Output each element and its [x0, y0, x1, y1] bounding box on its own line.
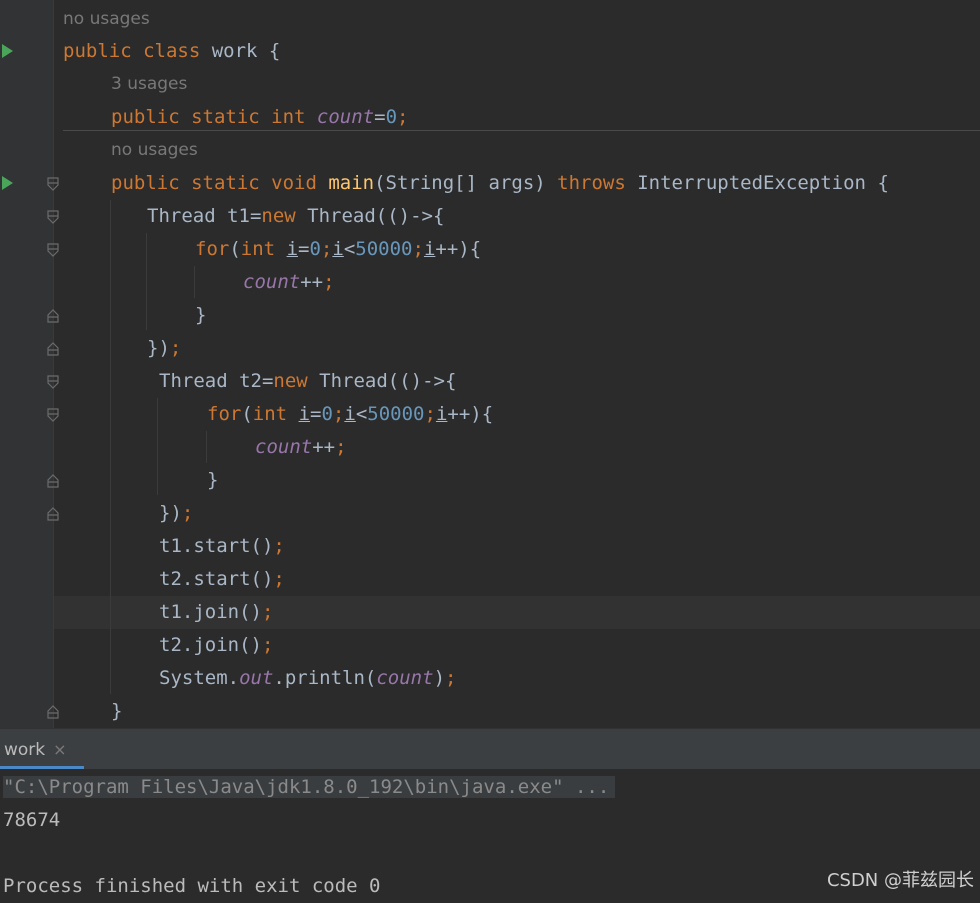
- run-class-icon[interactable]: [2, 44, 13, 58]
- console-output: 78674: [3, 809, 61, 831]
- run-main-icon[interactable]: [2, 176, 13, 190]
- usages-hint[interactable]: no usages: [63, 3, 150, 36]
- fold-open-icon[interactable]: [47, 243, 59, 257]
- current-line-highlight: [0, 596, 980, 629]
- gutter-separator: [53, 0, 54, 728]
- exit-message: Process finished with exit code 0: [3, 875, 381, 897]
- run-tab-label: work: [4, 740, 46, 760]
- code-line: t2.start();: [159, 568, 285, 590]
- fold-close-icon[interactable]: [47, 309, 59, 323]
- code-line: Thread t2=new Thread(()->{: [159, 370, 457, 392]
- code-line: t2.join();: [159, 634, 274, 656]
- code-line: }: [207, 469, 219, 491]
- fold-open-icon[interactable]: [47, 210, 59, 224]
- watermark: CSDN @菲兹园长: [826, 870, 974, 891]
- code-editor[interactable]: no usages public class work { 3 usages p…: [0, 0, 980, 728]
- fold-close-icon[interactable]: [47, 705, 59, 719]
- code-line: public static void main(String[] args) t…: [111, 172, 889, 194]
- method-separator: [63, 130, 980, 131]
- console-command-line: "C:\Program Files\Java\jdk1.8.0_192\bin\…: [3, 771, 616, 804]
- indent-guide: [110, 200, 111, 694]
- code-line: Thread t1=new Thread(()->{: [147, 205, 445, 227]
- indent-guide: [206, 431, 207, 463]
- editor-gutter: [0, 0, 59, 728]
- code-line: t1.join();: [159, 601, 274, 623]
- fold-open-icon[interactable]: [47, 408, 59, 422]
- indent-guide: [157, 398, 158, 495]
- code-line: count++;: [243, 271, 335, 293]
- usages-hint[interactable]: 3 usages: [111, 68, 187, 101]
- run-tab-work[interactable]: work ×: [0, 729, 71, 769]
- fold-open-icon[interactable]: [47, 177, 59, 191]
- run-toolwindow-header: work ×: [0, 728, 980, 769]
- code-line: });: [147, 337, 182, 359]
- code-line: }: [111, 700, 123, 722]
- fold-close-icon[interactable]: [47, 474, 59, 488]
- command-text[interactable]: "C:\Program Files\Java\jdk1.8.0_192\bin\…: [3, 776, 616, 798]
- fold-close-icon[interactable]: [47, 507, 59, 521]
- indent-guide: [194, 266, 195, 298]
- code-line: for(int i=0;i<50000;i++){: [195, 238, 482, 260]
- indent-guide: [146, 233, 147, 330]
- code-line: t1.start();: [159, 535, 285, 557]
- code-line: System.out.println(count);: [159, 667, 457, 689]
- close-icon[interactable]: ×: [53, 740, 66, 759]
- usages-hint[interactable]: no usages: [111, 134, 198, 167]
- code-line: });: [159, 502, 194, 524]
- fold-open-icon[interactable]: [47, 375, 59, 389]
- code-line: public class work {: [63, 40, 281, 62]
- code-line: for(int i=0;i<50000;i++){: [207, 403, 494, 425]
- code-line: }: [195, 304, 207, 326]
- code-line: count++;: [255, 436, 347, 458]
- fold-close-icon[interactable]: [47, 342, 59, 356]
